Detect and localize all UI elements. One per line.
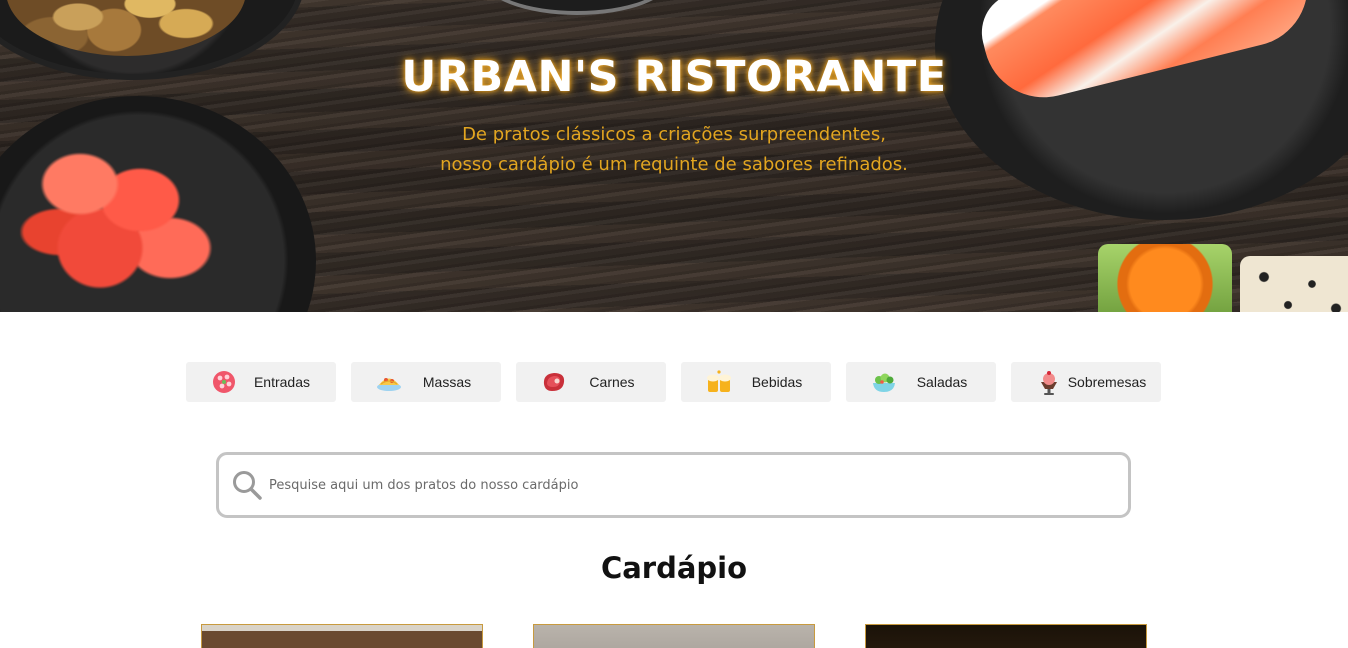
- category-button-sobremesas[interactable]: Sobremesas: [1011, 362, 1161, 402]
- menu-card-image[interactable]: [533, 624, 815, 648]
- hero-subtitle-line-2: nosso cardápio é um requinte de sabores …: [440, 154, 908, 175]
- restaurant-title: URBAN'S RISTORANTE: [401, 52, 947, 102]
- category-label: Entradas: [253, 374, 311, 390]
- category-button-carnes[interactable]: Carnes: [516, 362, 666, 402]
- category-label: Saladas: [916, 374, 968, 390]
- salad-icon: [870, 368, 898, 396]
- category-nav: Entradas Massas Carnes Bebidas Saladas S…: [186, 362, 1161, 402]
- category-button-saladas[interactable]: Saladas: [846, 362, 996, 402]
- beer-icon: [705, 368, 733, 396]
- appetizer-icon: [210, 368, 238, 396]
- category-label: Bebidas: [751, 374, 803, 390]
- category-button-massas[interactable]: Massas: [351, 362, 501, 402]
- pasta-icon: [375, 368, 403, 396]
- menu-card-image[interactable]: [865, 624, 1147, 648]
- sushi-roll-sesame-image: [1240, 256, 1348, 312]
- category-button-entradas[interactable]: Entradas: [186, 362, 336, 402]
- menu-section-title: Cardápio: [600, 551, 748, 585]
- dessert-icon: [1035, 368, 1063, 396]
- category-label: Massas: [422, 374, 472, 390]
- search-bar: [216, 452, 1131, 518]
- search-input[interactable]: [269, 477, 1089, 493]
- menu-card-image[interactable]: [201, 624, 483, 648]
- sauce-bowl-image: [482, 0, 672, 15]
- hero-banner: URBAN'S RISTORANTE De pratos clássicos a…: [0, 0, 1348, 312]
- sushi-roll-image: [1098, 244, 1232, 312]
- hero-subtitle-line-1: De pratos clássicos a criações surpreend…: [462, 124, 886, 145]
- category-button-bebidas[interactable]: Bebidas: [681, 362, 831, 402]
- search-icon: [233, 471, 262, 500]
- category-label: Sobremesas: [1067, 374, 1147, 390]
- category-label: Carnes: [589, 374, 635, 390]
- meat-icon: [540, 368, 568, 396]
